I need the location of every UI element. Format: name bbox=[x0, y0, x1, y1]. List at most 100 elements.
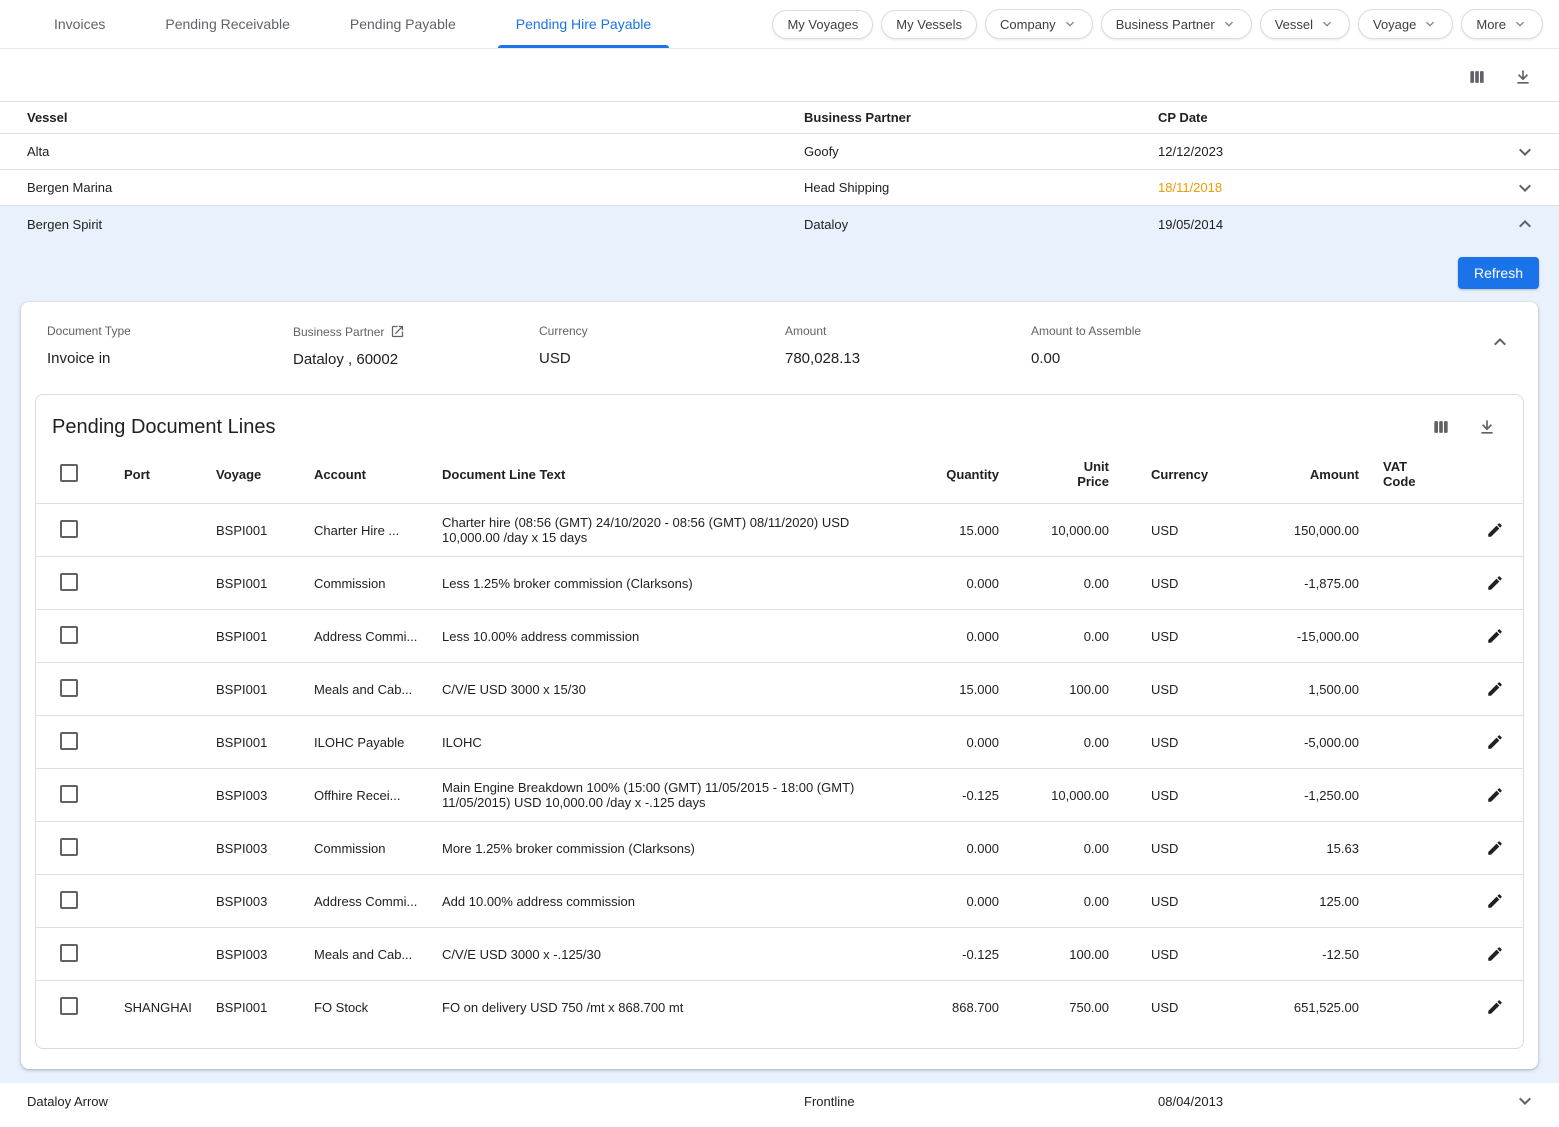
port-cell bbox=[112, 822, 204, 875]
refresh-row: Refresh bbox=[0, 242, 1559, 302]
row-checkbox[interactable] bbox=[60, 626, 78, 644]
filter-pill-label: My Vessels bbox=[896, 17, 962, 32]
filter-pill[interactable]: Business Partner bbox=[1101, 9, 1252, 39]
row-checkbox[interactable] bbox=[60, 785, 78, 803]
chevron-down-icon bbox=[1062, 16, 1078, 32]
unit-price-header: Unit Price bbox=[1011, 445, 1121, 504]
edit-icon[interactable] bbox=[1484, 890, 1506, 912]
chevron-down-icon bbox=[1512, 16, 1528, 32]
row-checkbox[interactable] bbox=[60, 944, 78, 962]
row-checkbox[interactable] bbox=[60, 520, 78, 538]
vessel-row[interactable]: Alta Goofy 12/12/2023 bbox=[0, 134, 1559, 170]
cp-date: 12/12/2023 bbox=[1158, 144, 1499, 159]
voyage-cell: BSPI001 bbox=[204, 716, 302, 769]
chevron-down-icon[interactable] bbox=[1513, 176, 1559, 200]
row-checkbox[interactable] bbox=[60, 997, 78, 1015]
row-checkbox[interactable] bbox=[60, 732, 78, 750]
account-cell: Address Commi... bbox=[302, 610, 430, 663]
columns-icon[interactable] bbox=[1465, 65, 1489, 89]
quantity-cell: 15.000 bbox=[901, 504, 1011, 557]
chevron-up-icon[interactable] bbox=[1482, 324, 1518, 360]
quantity-cell: -0.125 bbox=[901, 769, 1011, 822]
business-partner-name: Goofy bbox=[804, 144, 1158, 159]
columns-icon[interactable] bbox=[1429, 415, 1453, 439]
filter-pill-label: My Voyages bbox=[787, 17, 858, 32]
port-cell bbox=[112, 928, 204, 981]
edit-icon[interactable] bbox=[1484, 784, 1506, 806]
chevron-down-icon bbox=[1422, 16, 1438, 32]
field-label: Amount bbox=[785, 324, 826, 338]
vat-code-cell bbox=[1371, 716, 1467, 769]
vat-code-cell bbox=[1371, 610, 1467, 663]
nav-tab[interactable]: Pending Payable bbox=[320, 0, 486, 48]
currency-cell: USD bbox=[1121, 769, 1221, 822]
account-cell: ILOHC Payable bbox=[302, 716, 430, 769]
unit-price-cell: 0.00 bbox=[1011, 716, 1121, 769]
line-text-cell: ILOHC bbox=[430, 716, 901, 769]
vessel-rows-above: Alta Goofy 12/12/2023 Bergen Marina Head… bbox=[0, 134, 1559, 206]
business-partner-name: Dataloy bbox=[804, 217, 1158, 232]
top-nav: Invoices Pending Receivable Pending Paya… bbox=[0, 0, 1559, 49]
unit-price-cell: 0.00 bbox=[1011, 610, 1121, 663]
filter-pill[interactable]: My Voyages bbox=[772, 10, 873, 39]
cp-date-header: CP Date bbox=[1158, 110, 1499, 125]
edit-icon[interactable] bbox=[1484, 943, 1506, 965]
chevron-down-icon[interactable] bbox=[1513, 1089, 1559, 1113]
vessel-row[interactable]: Dataloy Arrow Frontline 08/04/2013 bbox=[0, 1083, 1559, 1120]
unit-price-cell: 0.00 bbox=[1011, 822, 1121, 875]
quantity-cell: 0.000 bbox=[901, 822, 1011, 875]
row-checkbox[interactable] bbox=[60, 679, 78, 697]
filter-pill[interactable]: My Vessels bbox=[881, 10, 977, 39]
chevron-up-icon[interactable] bbox=[1513, 212, 1559, 236]
amount-cell: 651,525.00 bbox=[1221, 981, 1371, 1034]
select-all-checkbox[interactable] bbox=[60, 464, 78, 482]
nav-tab[interactable]: Pending Receivable bbox=[135, 0, 320, 48]
quantity-cell: 15.000 bbox=[901, 663, 1011, 716]
document-line-row: SHANGHAI BSPI001 FO Stock FO on delivery… bbox=[36, 981, 1523, 1034]
nav-tab[interactable]: Invoices bbox=[24, 0, 135, 48]
download-icon[interactable] bbox=[1475, 415, 1499, 439]
edit-icon[interactable] bbox=[1484, 996, 1506, 1018]
document-line-row: BSPI001 Meals and Cab... C/V/E USD 3000 … bbox=[36, 663, 1523, 716]
download-icon[interactable] bbox=[1511, 65, 1535, 89]
open-in-new-icon[interactable] bbox=[390, 324, 405, 339]
quantity-cell: 0.000 bbox=[901, 875, 1011, 928]
amount-cell: -5,000.00 bbox=[1221, 716, 1371, 769]
vessel-name: Bergen Spirit bbox=[27, 217, 804, 232]
pending-lines-table: Port Voyage Account Document Line Text Q… bbox=[36, 445, 1523, 1034]
edit-icon[interactable] bbox=[1484, 519, 1506, 541]
filter-pill[interactable]: More bbox=[1461, 9, 1543, 39]
field-value: Invoice in bbox=[47, 350, 293, 367]
nav-tab[interactable]: Pending Hire Payable bbox=[486, 0, 681, 48]
voyage-cell: BSPI001 bbox=[204, 981, 302, 1034]
filter-pill-label: Business Partner bbox=[1116, 17, 1215, 32]
refresh-button[interactable]: Refresh bbox=[1458, 257, 1539, 289]
row-checkbox[interactable] bbox=[60, 891, 78, 909]
row-checkbox[interactable] bbox=[60, 573, 78, 591]
edit-icon[interactable] bbox=[1484, 837, 1506, 859]
vat-code-cell bbox=[1371, 769, 1467, 822]
vessel-row[interactable]: Bergen Marina Head Shipping 18/11/2018 bbox=[0, 170, 1559, 206]
row-checkbox[interactable] bbox=[60, 838, 78, 856]
quantity-cell: 0.000 bbox=[901, 716, 1011, 769]
quantity-cell: 0.000 bbox=[901, 557, 1011, 610]
pending-lines-title: Pending Document Lines bbox=[52, 416, 275, 439]
vat-code-cell bbox=[1371, 663, 1467, 716]
chevron-down-icon[interactable] bbox=[1513, 140, 1559, 164]
vessel-row[interactable]: Bergen Spirit Dataloy 19/05/2014 bbox=[0, 206, 1559, 242]
account-cell: Charter Hire ... bbox=[302, 504, 430, 557]
amount-cell: 1,500.00 bbox=[1221, 663, 1371, 716]
currency-cell: USD bbox=[1121, 875, 1221, 928]
edit-icon[interactable] bbox=[1484, 678, 1506, 700]
line-text-cell: FO on delivery USD 750 /mt x 868.700 mt bbox=[430, 981, 901, 1034]
edit-icon[interactable] bbox=[1484, 625, 1506, 647]
edit-icon[interactable] bbox=[1484, 731, 1506, 753]
cp-date: 19/05/2014 bbox=[1158, 217, 1499, 232]
filter-pill[interactable]: Voyage bbox=[1358, 9, 1453, 39]
filter-pill[interactable]: Vessel bbox=[1260, 9, 1350, 39]
filter-pill[interactable]: Company bbox=[985, 9, 1093, 39]
edit-icon[interactable] bbox=[1484, 572, 1506, 594]
port-cell bbox=[112, 716, 204, 769]
filter-pill-label: Vessel bbox=[1275, 17, 1313, 32]
unit-price-cell: 100.00 bbox=[1011, 663, 1121, 716]
